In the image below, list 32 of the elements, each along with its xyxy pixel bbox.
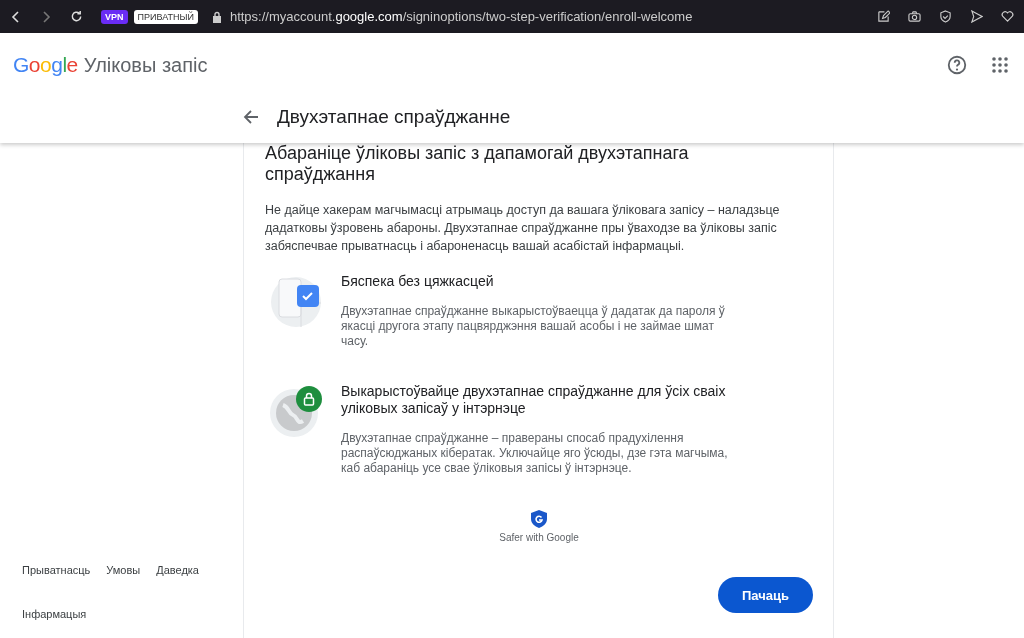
back-arrow-icon[interactable] — [243, 109, 259, 125]
card-heading: Абараніце ўліковы запіс з дапамогай двухэтапнага спраўджання — [265, 143, 690, 185]
vpn-badge[interactable]: VPN — [101, 9, 128, 24]
shield-logo-icon — [531, 510, 547, 528]
intro-text: Не дайце хакерам магчымасці атрымаць доступ да вашага ўліковага запісу – наладзьце дадатковы ўзровень абароны. Двухэтапнае спраўджанне пры ўваходзе ва ўліковы запіс забяспечвае прыватнасць і абароненасць вашай асабістай інфармацыі. — [265, 202, 781, 255]
back-icon[interactable] — [10, 10, 22, 23]
feature-description: Двухэтапнае спраўджанне – правераны спосаб прадухілення распаўсюджаных кібератак. Уключайце яго ўсюды, дзе гэта магчыма, каб абараніць усе свае ўліковыя запісы ў інтэрнэце. — [341, 431, 729, 476]
globe-lock-illustration — [269, 383, 323, 437]
footer-link[interactable]: Умовы — [106, 564, 141, 576]
lock-icon — [211, 10, 222, 23]
page-title: Двухэтапнае спраўджанне — [277, 106, 511, 128]
google-logo[interactable]: Google — [13, 53, 78, 77]
start-button[interactable]: Пачаць — [718, 577, 813, 613]
feature-title: Бяспека без цяжкасцей — [341, 273, 495, 290]
heart-icon[interactable] — [1001, 10, 1014, 23]
camera-icon[interactable] — [908, 10, 921, 23]
feature-description: Двухэтапнае спраўджанне выкарыстоўваецца ў дадатак да пароля ў якасці другога этапу пацвярджэння вашай асобы і не займае шмат часу. — [341, 304, 726, 349]
safer-with-google-label: Safer with Google — [499, 532, 579, 543]
reload-icon[interactable] — [70, 10, 83, 23]
shield-icon[interactable] — [939, 10, 952, 23]
footer-link[interactable]: Даведка — [156, 564, 199, 576]
edit-icon[interactable] — [877, 10, 890, 23]
help-icon[interactable] — [946, 54, 968, 76]
address-bar[interactable]: https://myaccount.google.com/signinoptions/two-step-verification/enroll-welcome — [229, 9, 693, 24]
feature-title: Выкарыстоўвайце двухэтапнае спраўджанне для ўсіх сваіх уліковых запісаў у інтэрнэце — [341, 383, 727, 417]
footer-link[interactable]: Прыватнасць — [22, 564, 91, 576]
send-icon[interactable] — [970, 10, 983, 23]
forward-icon[interactable] — [40, 10, 52, 23]
footer-link[interactable]: Інфармацыя — [22, 608, 87, 620]
product-name[interactable]: Уліковы запіс — [83, 53, 208, 77]
apps-grid-icon[interactable] — [992, 57, 1008, 73]
private-badge: ПРИВАТНЫЙ — [133, 9, 198, 24]
